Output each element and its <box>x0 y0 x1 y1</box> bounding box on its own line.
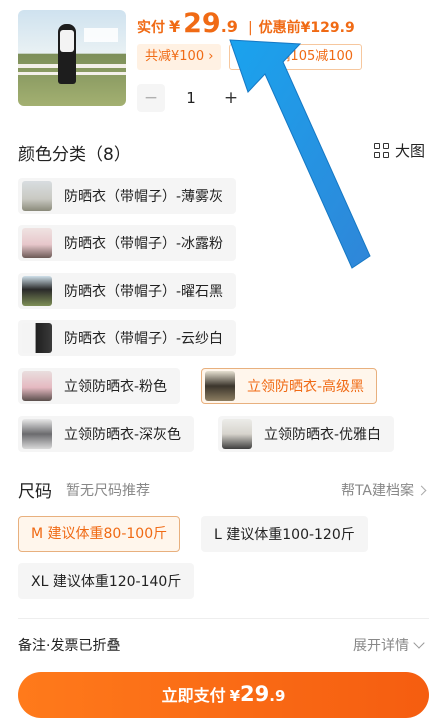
product-image[interactable] <box>18 10 126 106</box>
increase-button[interactable]: + <box>217 84 245 112</box>
color-option-label: 立领防晒衣-深灰色 <box>64 427 182 443</box>
color-swatch <box>22 181 52 211</box>
size-option-m[interactable]: M 建议体重80-100斤 <box>18 516 181 552</box>
divider <box>18 618 429 619</box>
quantity-stepper: − 1 + <box>137 84 245 112</box>
price-row: 实付 ¥ 29 .9 | 优惠前¥129.9 <box>137 8 355 40</box>
pay-button-currency: ¥ <box>229 687 241 705</box>
pay-button-decimal: .9 <box>269 687 286 705</box>
pay-now-button[interactable]: 立即支付 ¥ 29 .9 <box>18 672 429 718</box>
decrease-button[interactable]: − <box>137 84 165 112</box>
discount-tag[interactable]: 共减¥100 › <box>137 44 222 70</box>
coupon-tag: 商品券满105减100 <box>229 44 363 70</box>
price-currency: ¥ <box>169 17 181 36</box>
price-decimal: .9 <box>220 17 238 36</box>
remark-label: 备注·发票已折叠 <box>18 638 121 654</box>
color-option-elegant-white[interactable]: 立领防晒衣-优雅白 <box>218 416 395 452</box>
color-option-label: 立领防晒衣-粉色 <box>64 379 168 395</box>
color-option-cloud-white[interactable]: 防晒衣（带帽子）-云纱白 <box>18 320 237 356</box>
color-swatch <box>205 371 235 401</box>
quantity-value[interactable]: 1 <box>165 89 217 107</box>
color-option-label: 防晒衣（带帽子）-曜石黑 <box>64 284 224 300</box>
color-option-label: 立领防晒衣-高级黑 <box>247 379 365 395</box>
color-option-pink[interactable]: 立领防晒衣-粉色 <box>18 368 181 404</box>
expand-details-button[interactable]: 展开详情 <box>353 635 425 655</box>
color-option-label: 防晒衣（带帽子）-冰露粉 <box>64 236 224 252</box>
price-label: 实付 <box>137 20 165 36</box>
color-option-dark-gray[interactable]: 立领防晒衣-深灰色 <box>18 416 195 452</box>
big-view-toggle[interactable]: 大图 <box>373 140 425 161</box>
color-swatch <box>222 419 252 449</box>
color-swatch <box>22 323 52 353</box>
size-section-title: 尺码 <box>18 482 52 502</box>
chevron-right-icon <box>416 485 427 495</box>
size-option-xl[interactable]: XL 建议体重120-140斤 <box>18 563 195 599</box>
color-option-label: 防晒衣（带帽子）-云纱白 <box>64 331 224 347</box>
size-hint: 暂无尺码推荐 <box>66 483 150 499</box>
original-price: 优惠前¥129.9 <box>258 20 355 36</box>
grid-icon <box>373 143 389 158</box>
expand-label: 展开详情 <box>353 638 409 654</box>
color-swatch <box>22 276 52 306</box>
color-option-mist-gray[interactable]: 防晒衣（带帽子）-薄雾灰 <box>18 178 237 214</box>
price-separator: | <box>247 20 253 36</box>
big-view-label: 大图 <box>394 142 425 160</box>
size-option-l[interactable]: L 建议体重100-120斤 <box>201 516 368 552</box>
color-section-title: 颜色分类（8） <box>18 145 131 165</box>
promo-row: 共减¥100 › 商品券满105减100 <box>137 44 363 70</box>
color-option-label: 立领防晒衣-优雅白 <box>264 427 382 443</box>
create-size-profile-link[interactable]: 帮TA建档案 <box>340 480 427 500</box>
chevron-down-icon <box>413 637 425 649</box>
color-option-premium-black[interactable]: 立领防晒衣-高级黑 <box>201 368 378 404</box>
color-swatch <box>22 228 52 258</box>
pay-button-amount: 29 <box>240 682 270 706</box>
color-option-label: 防晒衣（带帽子）-薄雾灰 <box>64 189 224 205</box>
color-option-ice-pink[interactable]: 防晒衣（带帽子）-冰露粉 <box>18 225 237 261</box>
pay-button-label: 立即支付 <box>161 686 226 705</box>
price-integer: 29 <box>183 8 221 39</box>
color-option-obsidian-black[interactable]: 防晒衣（带帽子）-曜石黑 <box>18 273 237 309</box>
size-archive-label: 帮TA建档案 <box>340 483 414 499</box>
color-swatch <box>22 371 52 401</box>
color-swatch <box>22 419 52 449</box>
